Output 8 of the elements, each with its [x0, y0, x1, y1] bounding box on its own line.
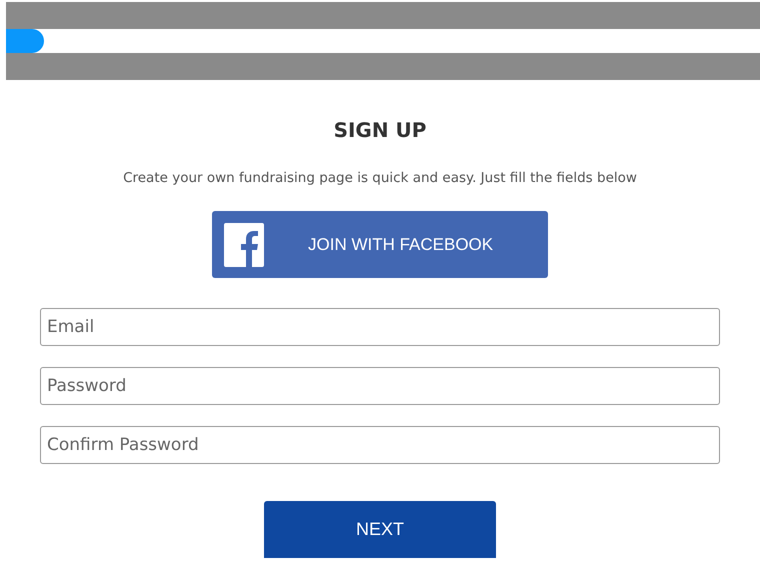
facebook-button[interactable]: JOIN WITH FACEBOOK — [212, 211, 548, 278]
input-field[interactable]: Password — [40, 367, 720, 405]
facebook-icon — [224, 222, 264, 266]
signup-heading: SIGN UP — [334, 118, 426, 142]
subtitle-text: Create your own fundraising page is quick and easy. Just fill the fields below — [123, 170, 637, 186]
next-button[interactable]: NEXT — [264, 501, 496, 558]
input-field[interactable]: Email — [40, 308, 720, 346]
input-field[interactable]: Confirm Password — [40, 426, 720, 464]
